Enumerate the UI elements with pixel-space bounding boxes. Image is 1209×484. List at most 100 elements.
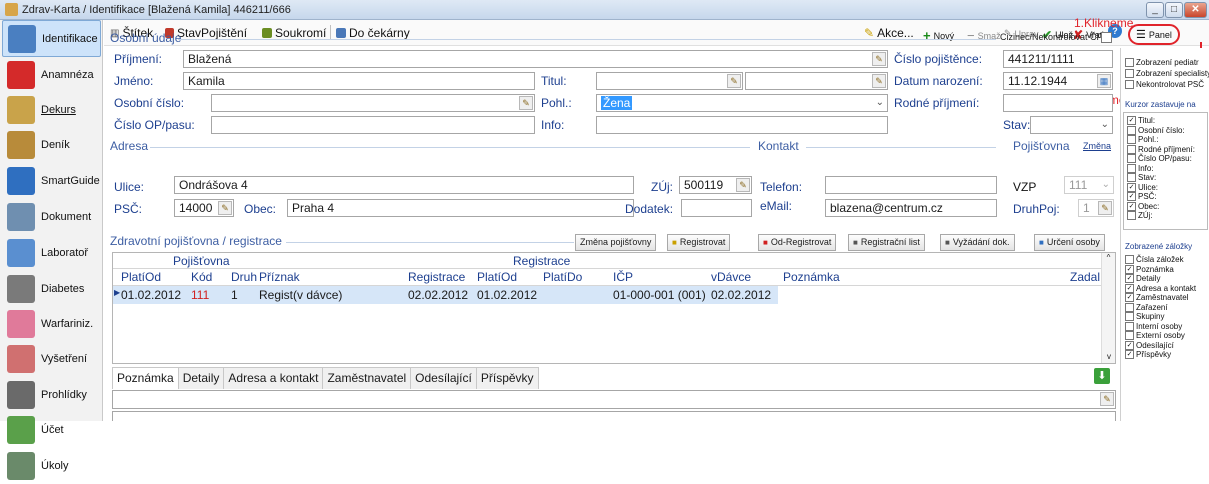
checkbox[interactable]	[1125, 80, 1134, 89]
info-field[interactable]	[596, 116, 888, 134]
sidebar-item-identifikace[interactable]: Identifikace	[2, 20, 101, 57]
vertical-scrollbar[interactable]: ^ v	[1101, 253, 1115, 363]
checkbox[interactable]: ✓	[1125, 340, 1134, 350]
stav-select[interactable]: ⌄	[1030, 116, 1113, 134]
option-checkbox[interactable]: Zařazení	[1125, 302, 1168, 312]
titul-field[interactable]: ✎	[596, 72, 743, 90]
checkbox[interactable]: ✓	[1127, 116, 1136, 125]
insurance-number[interactable]: 111 ⌄	[1064, 176, 1114, 194]
option-checkbox[interactable]: Osobní číslo:	[1127, 125, 1185, 135]
column-header[interactable]: Druh	[231, 270, 257, 284]
option-checkbox[interactable]: ✓ Detaily	[1125, 274, 1160, 283]
chevron-down-icon[interactable]: v	[1102, 352, 1116, 361]
option-checkbox[interactable]: Zobrazení specialisty	[1125, 69, 1209, 78]
checkbox[interactable]: ✓	[1125, 350, 1134, 359]
sidebar-item-anamnéza[interactable]: Anamnéza	[2, 56, 101, 93]
checkbox[interactable]	[1127, 173, 1136, 182]
option-checkbox[interactable]: ✓ Odesílající	[1125, 340, 1174, 350]
titul-za-field[interactable]: ✎	[745, 72, 888, 90]
registration-button-1[interactable]: ■ Registrovat	[667, 234, 731, 251]
registration-button-0[interactable]: Změna pojišťovny	[575, 234, 657, 251]
option-checkbox[interactable]: ✓ Ulice:	[1127, 182, 1158, 192]
option-checkbox[interactable]: Skupiny	[1125, 312, 1164, 321]
option-checkbox[interactable]: Čísla záložek	[1125, 255, 1184, 264]
checkbox[interactable]: ✓	[1125, 283, 1134, 293]
akce-button[interactable]: ✎ Akce...	[864, 26, 914, 40]
column-header[interactable]: IČP	[613, 270, 633, 284]
sidebar-item-diabetes[interactable]: Diabetes	[2, 270, 101, 307]
option-checkbox[interactable]: ✓ Titul:	[1127, 116, 1155, 125]
column-header[interactable]: PlatíOd	[477, 270, 517, 284]
checkbox[interactable]: ✓	[1125, 264, 1134, 274]
edit-icon[interactable]: ✎	[872, 52, 886, 66]
edit-icon[interactable]: ✎	[1098, 201, 1112, 215]
column-header[interactable]: vDávce	[711, 270, 751, 284]
option-checkbox[interactable]: Stav:	[1127, 173, 1156, 182]
option-checkbox[interactable]: Zobrazení pediatr	[1125, 58, 1199, 67]
checkbox[interactable]	[1127, 144, 1136, 154]
cizinec-checkbox[interactable]	[1101, 32, 1112, 43]
maximize-button[interactable]: □	[1165, 2, 1183, 18]
chevron-up-icon[interactable]: ^	[1102, 253, 1115, 262]
datum-narozeni-field[interactable]: 11.12.1944 ▦	[1003, 72, 1113, 90]
sidebar-item-warfariniz-[interactable]: Warfariniz.	[2, 305, 101, 342]
edit-icon[interactable]: ✎	[218, 201, 232, 215]
cislo-pojistence-field[interactable]: 441211/1111	[1003, 50, 1113, 68]
rodne-prijmeni-field[interactable]	[1003, 94, 1113, 112]
column-header[interactable]: Příznak	[259, 270, 300, 284]
table-row[interactable]: 01.02.2012 111 1 Regist(v dávce) 02.02.2012 0…	[113, 286, 778, 304]
option-checkbox[interactable]: Pohl.:	[1127, 135, 1158, 144]
zmena-link[interactable]: Změna	[1083, 141, 1111, 151]
checkbox[interactable]: ✓	[1125, 293, 1134, 302]
do-cekarny-button[interactable]: Do čekárny	[336, 26, 410, 40]
option-checkbox[interactable]: Číslo OP/pasu:	[1127, 154, 1192, 163]
option-checkbox[interactable]: Externí osoby	[1125, 331, 1185, 340]
option-checkbox[interactable]: ✓ Poznámka	[1125, 264, 1174, 274]
dodatek-field[interactable]	[681, 199, 752, 217]
psc-field[interactable]: 14000 ✎	[174, 199, 234, 217]
checkbox[interactable]	[1125, 312, 1134, 321]
tab-0[interactable]: Poznámka	[112, 367, 179, 389]
poznamka-field[interactable]: ✎	[112, 390, 1116, 409]
checkbox[interactable]	[1125, 255, 1134, 264]
checkbox[interactable]: ✓	[1127, 192, 1136, 201]
cislo-op-field[interactable]	[211, 116, 535, 134]
sidebar-item-laboratoř[interactable]: Laboratoř	[2, 234, 101, 271]
sidebar-item-dokument[interactable]: Dokument	[2, 198, 101, 235]
checkbox[interactable]	[1125, 58, 1134, 67]
druh-poj-field[interactable]: 1 ✎	[1078, 199, 1114, 217]
telefon-field[interactable]	[825, 176, 997, 194]
column-header[interactable]: Registrace	[408, 270, 465, 284]
jmeno-field[interactable]: Kamila	[183, 72, 535, 90]
tab-3[interactable]: Zaměstnavatel	[322, 367, 412, 389]
checkbox[interactable]: ✓	[1127, 201, 1136, 211]
checkbox[interactable]	[1127, 125, 1136, 135]
option-checkbox[interactable]: Nekontrolovat PSČ	[1125, 80, 1204, 89]
checkbox[interactable]	[1127, 163, 1136, 173]
option-checkbox[interactable]: ✓ PSČ:	[1127, 192, 1157, 201]
sidebar-item-úkoly[interactable]: Úkoly	[2, 447, 101, 484]
novy-button[interactable]: + Nový	[923, 28, 954, 43]
minimize-button[interactable]: _	[1146, 2, 1164, 18]
sidebar-item-účet[interactable]: Účet	[2, 411, 101, 448]
checkbox[interactable]	[1127, 211, 1136, 220]
panel-button[interactable]: ☰ Panel	[1128, 24, 1180, 45]
poznamka-field-2[interactable]	[112, 411, 1116, 421]
arrow-down-icon[interactable]: ⬇	[1094, 368, 1110, 384]
edit-icon[interactable]: ✎	[736, 178, 750, 192]
column-header[interactable]: Zadal	[1070, 270, 1100, 284]
edit-icon[interactable]: ✎	[519, 96, 533, 110]
edit-icon[interactable]: ✎	[1100, 392, 1114, 406]
obec-field[interactable]: Praha 4	[287, 199, 634, 217]
column-header[interactable]: Poznámka	[783, 270, 840, 284]
sidebar-item-vyšetření[interactable]: Vyšetření	[2, 340, 101, 377]
zuj-field[interactable]: 500119 ✎	[679, 176, 752, 194]
registration-button-3[interactable]: ■ Registrační list	[848, 234, 925, 251]
registration-button-2[interactable]: ■ Od-Registrovat	[758, 234, 837, 251]
email-field[interactable]: blazena@centrum.cz	[825, 199, 997, 217]
close-button[interactable]: ✕	[1184, 2, 1207, 18]
option-checkbox[interactable]: ✓ Adresa a kontakt	[1125, 283, 1196, 293]
tab-4[interactable]: Odesílající	[410, 367, 477, 389]
registration-button-5[interactable]: ■ Určení osoby	[1034, 234, 1105, 251]
edit-icon[interactable]: ✎	[872, 74, 886, 88]
